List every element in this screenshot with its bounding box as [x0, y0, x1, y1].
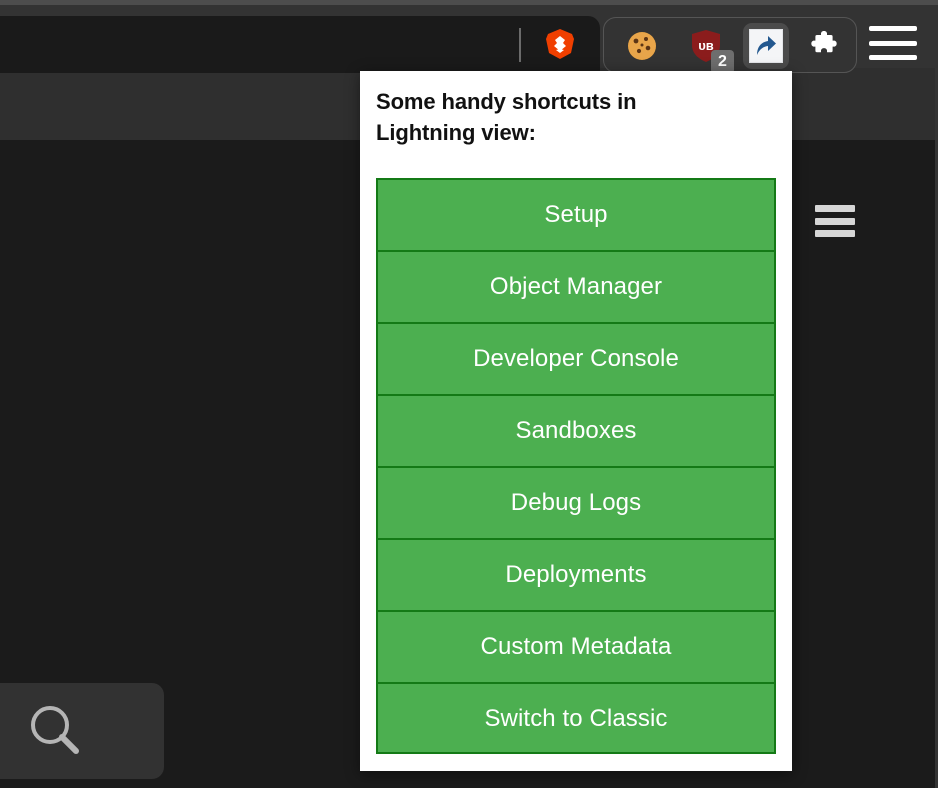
shortcut-sandboxes[interactable]: Sandboxes [376, 394, 776, 466]
salesforce-navigator-extension-button[interactable] [743, 23, 789, 69]
shortcut-switch-to-classic[interactable]: Switch to Classic [376, 682, 776, 754]
shortcut-developer-console[interactable]: Developer Console [376, 322, 776, 394]
brave-lion-icon[interactable] [538, 22, 582, 66]
shortcut-deployments[interactable]: Deployments [376, 538, 776, 610]
shortcut-setup[interactable]: Setup [376, 178, 776, 250]
menu-bar-2 [815, 217, 855, 225]
browser-toolbar: ᴜʙ 2 [0, 5, 938, 74]
cookie-icon [628, 32, 656, 60]
cookie-extension-button[interactable] [619, 23, 665, 69]
toolbar-divider [519, 28, 521, 62]
browser-menu-bar-1 [869, 26, 917, 31]
extension-popup: Some handy shortcuts in Lightning view: … [360, 71, 792, 771]
page-hamburger-menu-icon[interactable] [815, 203, 855, 239]
puzzle-piece-icon [811, 31, 837, 53]
popup-title: Some handy shortcuts in Lightning view: [376, 89, 637, 145]
blue-arrow-icon [749, 29, 783, 63]
shortcut-debug-logs[interactable]: Debug Logs [376, 466, 776, 538]
shortcut-object-manager[interactable]: Object Manager [376, 250, 776, 322]
browser-menu-bar-3 [869, 55, 917, 60]
browser-menu-bar-2 [869, 40, 917, 46]
extensions-toolbar-group: ᴜʙ 2 [603, 17, 857, 74]
menu-bar-3 [815, 230, 855, 237]
shortcut-list: Setup Object Manager Developer Console S… [376, 178, 776, 754]
shortcut-custom-metadata[interactable]: Custom Metadata [376, 610, 776, 682]
tab-strip-area [0, 16, 600, 73]
browser-hamburger-menu-icon[interactable] [869, 23, 917, 63]
extensions-menu-button[interactable] [801, 23, 847, 69]
search-icon[interactable] [24, 699, 86, 761]
ublock-origin-extension-button[interactable]: ᴜʙ 2 [683, 23, 734, 74]
menu-bar-1 [815, 205, 855, 212]
search-panel[interactable] [0, 683, 164, 779]
